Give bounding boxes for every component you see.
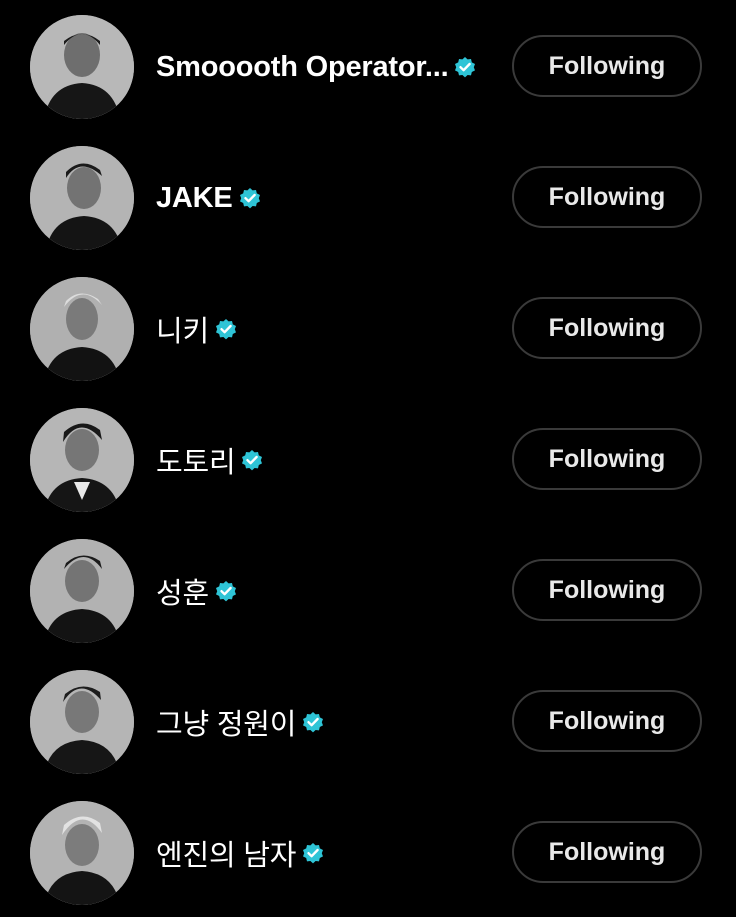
following-list: Smooooth Operator... Following JAKE Foll… (0, 0, 736, 914)
account-name[interactable]: Smooooth Operator... (156, 51, 449, 84)
avatar[interactable] (30, 15, 134, 119)
account-row[interactable]: 니키 Following (0, 262, 736, 393)
following-button[interactable]: Following (512, 297, 702, 359)
account-row[interactable]: 성훈 Following (0, 524, 736, 655)
avatar[interactable] (30, 146, 134, 250)
account-row[interactable]: 그냥 정원이 Following (0, 655, 736, 786)
account-row[interactable]: JAKE Following (0, 131, 736, 262)
following-button[interactable]: Following (512, 166, 702, 228)
account-name[interactable]: 성훈 (156, 570, 209, 612)
account-row[interactable]: 엔진의 남자 Following (0, 786, 736, 917)
avatar[interactable] (30, 670, 134, 774)
verified-badge-icon (239, 188, 260, 209)
avatar[interactable] (30, 539, 134, 643)
following-button[interactable]: Following (512, 821, 702, 883)
verified-badge-icon (242, 450, 263, 471)
verified-badge-icon (455, 57, 476, 78)
verified-badge-icon (215, 581, 236, 602)
account-name[interactable]: 니키 (156, 308, 209, 350)
following-button[interactable]: Following (512, 428, 702, 490)
account-row[interactable]: 도토리 Following (0, 393, 736, 524)
avatar[interactable] (30, 277, 134, 381)
account-row[interactable]: Smooooth Operator... Following (0, 0, 736, 131)
verified-badge-icon (303, 712, 324, 733)
account-name[interactable]: JAKE (156, 182, 233, 215)
following-button[interactable]: Following (512, 35, 702, 97)
verified-badge-icon (215, 319, 236, 340)
avatar[interactable] (30, 801, 134, 905)
account-name[interactable]: 그냥 정원이 (156, 701, 296, 743)
account-name[interactable]: 엔진의 남자 (156, 832, 296, 874)
verified-badge-icon (303, 843, 324, 864)
following-button[interactable]: Following (512, 559, 702, 621)
following-button[interactable]: Following (512, 690, 702, 752)
avatar[interactable] (30, 408, 134, 512)
account-name[interactable]: 도토리 (156, 439, 236, 481)
